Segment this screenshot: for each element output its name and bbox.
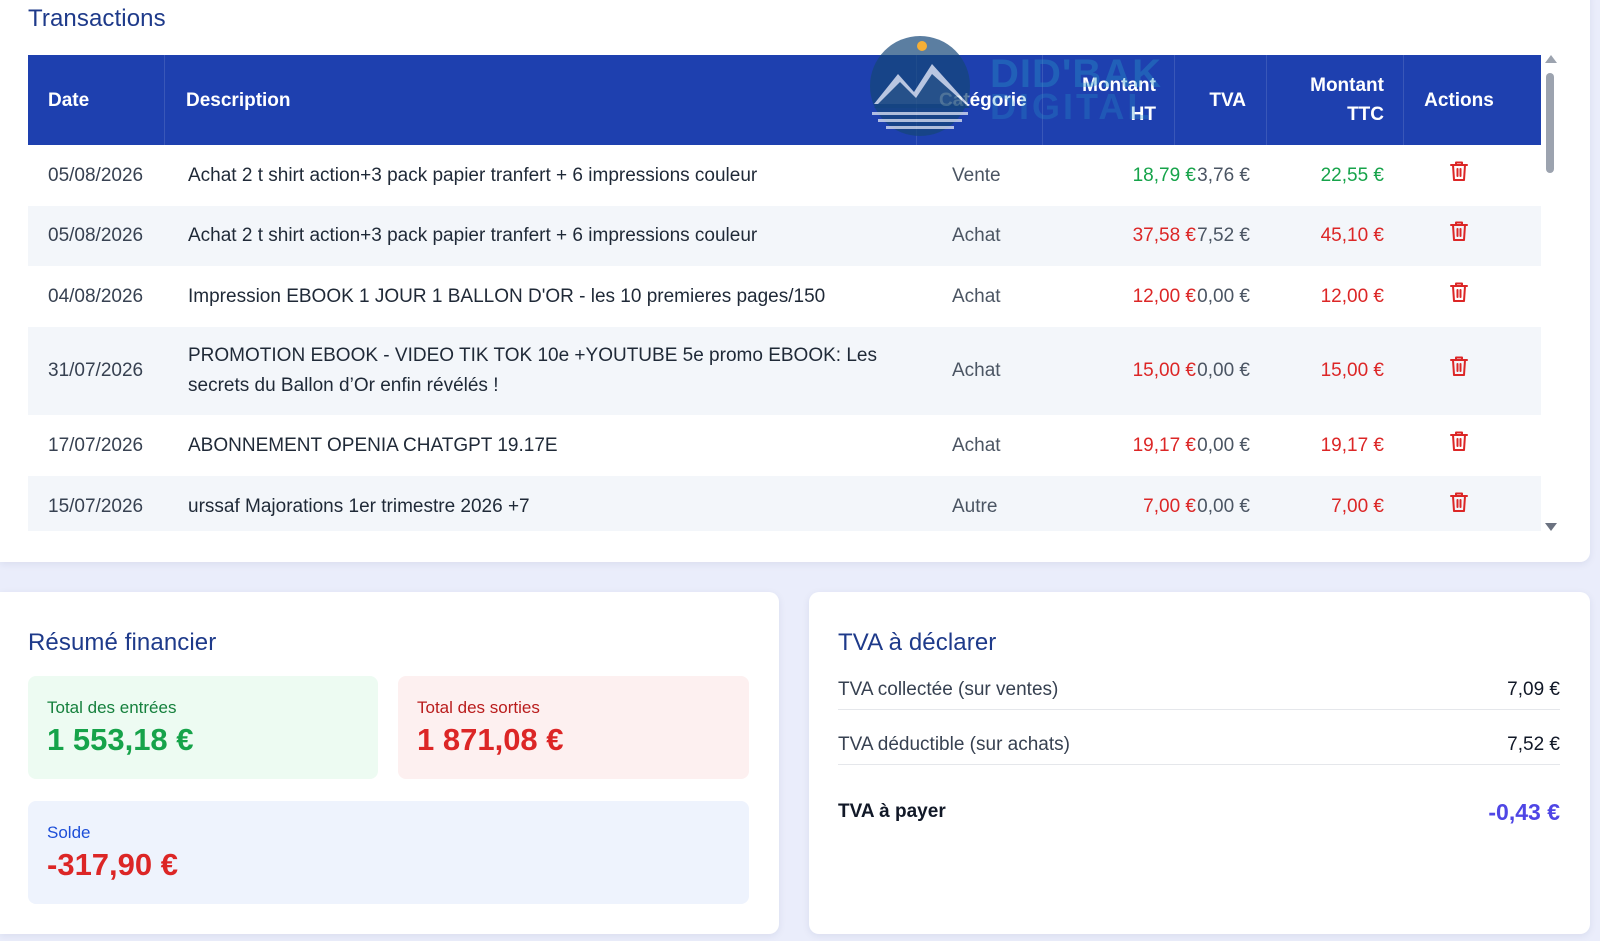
description-text: Achat 2 t shirt action+3 pack papier tra… (188, 164, 758, 186)
balance-label: Solde (47, 823, 91, 842)
cell-montant-ttc: 19,17 € (1320, 434, 1384, 456)
cell-category: Achat (952, 434, 1001, 456)
trash-icon[interactable] (1449, 491, 1469, 519)
transactions-title: Transactions (28, 5, 166, 32)
cell-actions (1404, 266, 1514, 327)
trash-icon[interactable] (1449, 281, 1469, 309)
tva-deductible-label: TVA déductible (sur achats) (838, 733, 1070, 755)
cell-actions (1404, 206, 1514, 266)
tva-to-pay-row: TVA à payer -0,43 € (838, 792, 1560, 832)
table-row[interactable]: 05/08/2026 Achat 2 t shirt action+3 pack … (28, 206, 1541, 266)
table-scrollbar[interactable] (1541, 55, 1559, 531)
tva-to-pay-value: -0,43 € (1488, 798, 1560, 825)
transactions-table: Date Description Catégorie Montant HT TV… (28, 55, 1541, 531)
description-text: Achat 2 t shirt action+3 pack papier tra… (188, 225, 758, 246)
total-in-label: Total des entrées (47, 698, 177, 717)
balance-value: -317,90 € (47, 847, 178, 882)
cell-description: Achat 2 t shirt action+3 pack papier tra… (188, 206, 888, 266)
tva-deductible-value: 7,52 € (1507, 733, 1560, 755)
cell-category: Autre (952, 495, 998, 517)
cell-description: Impression EBOOK 1 JOUR 1 BALLON D'OR - … (188, 266, 888, 327)
cell-category: Achat (952, 225, 1001, 246)
cell-actions (1404, 327, 1514, 415)
table-row[interactable]: 05/08/2026 Achat 2 t shirt action+3 pack … (28, 145, 1541, 206)
tva-collected-label: TVA collectée (sur ventes) (838, 678, 1059, 700)
scroll-up-arrow-icon[interactable] (1545, 55, 1557, 63)
table-row[interactable]: 31/07/2026 PROMOTION EBOOK - VIDEO TIK TO… (28, 327, 1541, 415)
cell-tva: 0,00 € (1197, 434, 1250, 456)
financial-summary-card: Résumé financier Total des entrées 1 553… (0, 592, 779, 934)
description-line1: PROMOTION EBOOK - VIDEO TIK TOK 10e +YOU… (188, 345, 877, 366)
cell-description: Achat 2 t shirt action+3 pack papier tra… (188, 145, 888, 206)
trash-icon[interactable] (1449, 220, 1469, 248)
cell-date: 15/07/2026 (48, 495, 144, 517)
total-out-label: Total des sorties (417, 698, 540, 717)
cell-tva: 3,76 € (1197, 164, 1250, 186)
balance-box: Solde -317,90 € (28, 801, 749, 904)
tva-to-pay-label: TVA à payer (838, 801, 946, 822)
trash-icon[interactable] (1449, 430, 1469, 458)
summary-title: Résumé financier (28, 629, 217, 656)
tva-collected-row: TVA collectée (sur ventes) 7,09 € (838, 670, 1560, 710)
cell-montant-ttc: 7,00 € (1331, 495, 1384, 517)
tva-card: TVA à déclarer TVA collectée (sur ventes… (809, 592, 1590, 934)
description-text: urssaf Majorations 1er trimestre 2026 +7 (188, 495, 530, 517)
tva-deductible-row: TVA déductible (sur achats) 7,52 € (838, 725, 1560, 765)
cell-actions (1404, 415, 1514, 476)
cell-montant-ttc: 12,00 € (1320, 285, 1384, 307)
column-header-description[interactable]: Description (165, 55, 917, 145)
column-header-montant-ttc-line2: TTC (1347, 104, 1384, 125)
total-in-value: 1 553,18 € (47, 722, 194, 757)
cell-tva: 7,52 € (1197, 225, 1250, 246)
table-row[interactable]: 15/07/2026 urssaf Majorations 1er trimest… (28, 476, 1541, 531)
cell-actions (1404, 476, 1514, 531)
column-header-montant-ttc-line1: Montant (1310, 75, 1384, 96)
column-header-montant-ht-line1: Montant (1082, 75, 1156, 96)
cell-date: 05/08/2026 (48, 225, 144, 246)
total-out-box: Total des sorties 1 871,08 € (398, 676, 749, 779)
scrollbar-thumb[interactable] (1546, 73, 1554, 173)
transactions-card: Transactions Date Description Catégorie … (0, 0, 1590, 562)
tva-collected-value: 7,09 € (1507, 678, 1560, 700)
trash-icon[interactable] (1449, 160, 1469, 188)
cell-date: 31/07/2026 (48, 360, 144, 381)
cell-montant-ttc: 45,10 € (1320, 225, 1384, 246)
cell-montant-ttc: 22,55 € (1320, 164, 1384, 186)
cell-category: Achat (952, 360, 1001, 381)
cell-description: ABONNEMENT OPENIA CHATGPT 19.17E (188, 415, 888, 476)
table-row[interactable]: 17/07/2026 ABONNEMENT OPENIA CHATGPT 19.1… (28, 415, 1541, 476)
description-text: Impression EBOOK 1 JOUR 1 BALLON D'OR - … (188, 285, 826, 307)
cell-date: 05/08/2026 (48, 164, 144, 186)
column-header-actions: Actions (1424, 89, 1494, 111)
cell-date: 04/08/2026 (48, 285, 144, 307)
tva-title: TVA à déclarer (838, 629, 997, 656)
column-header-montant-ht-line2: HT (1130, 104, 1156, 125)
description-line2: secrets du Ballon d’Or enfin révélés ! (188, 375, 499, 396)
cell-description: urssaf Majorations 1er trimestre 2026 +7 (188, 476, 888, 531)
column-header-montant-ht[interactable]: Montant HT (1043, 55, 1175, 145)
total-in-box: Total des entrées 1 553,18 € (28, 676, 378, 779)
cell-montant-ttc: 15,00 € (1320, 360, 1384, 381)
trash-icon[interactable] (1449, 355, 1469, 383)
cell-date: 17/07/2026 (48, 434, 144, 456)
cell-tva: 0,00 € (1197, 495, 1250, 517)
table-header: Date Description Catégorie Montant HT TV… (28, 55, 1541, 145)
cell-category: Vente (952, 164, 1001, 186)
cell-description: PROMOTION EBOOK - VIDEO TIK TOK 10e +YOU… (188, 327, 888, 415)
cell-tva: 0,00 € (1197, 285, 1250, 307)
cell-category: Achat (952, 285, 1001, 307)
column-header-tva[interactable]: TVA (1175, 55, 1267, 145)
table-row[interactable]: 04/08/2026 Impression EBOOK 1 JOUR 1 BALL… (28, 266, 1541, 327)
column-header-category[interactable]: Catégorie (917, 55, 1043, 145)
cell-tva: 0,00 € (1197, 360, 1250, 381)
cell-actions (1404, 145, 1514, 206)
column-header-date[interactable]: Date (28, 55, 165, 145)
total-out-value: 1 871,08 € (417, 722, 564, 757)
description-text: ABONNEMENT OPENIA CHATGPT 19.17E (188, 434, 558, 456)
scroll-down-arrow-icon[interactable] (1545, 523, 1557, 531)
column-header-montant-ttc[interactable]: Montant TTC (1267, 55, 1404, 145)
